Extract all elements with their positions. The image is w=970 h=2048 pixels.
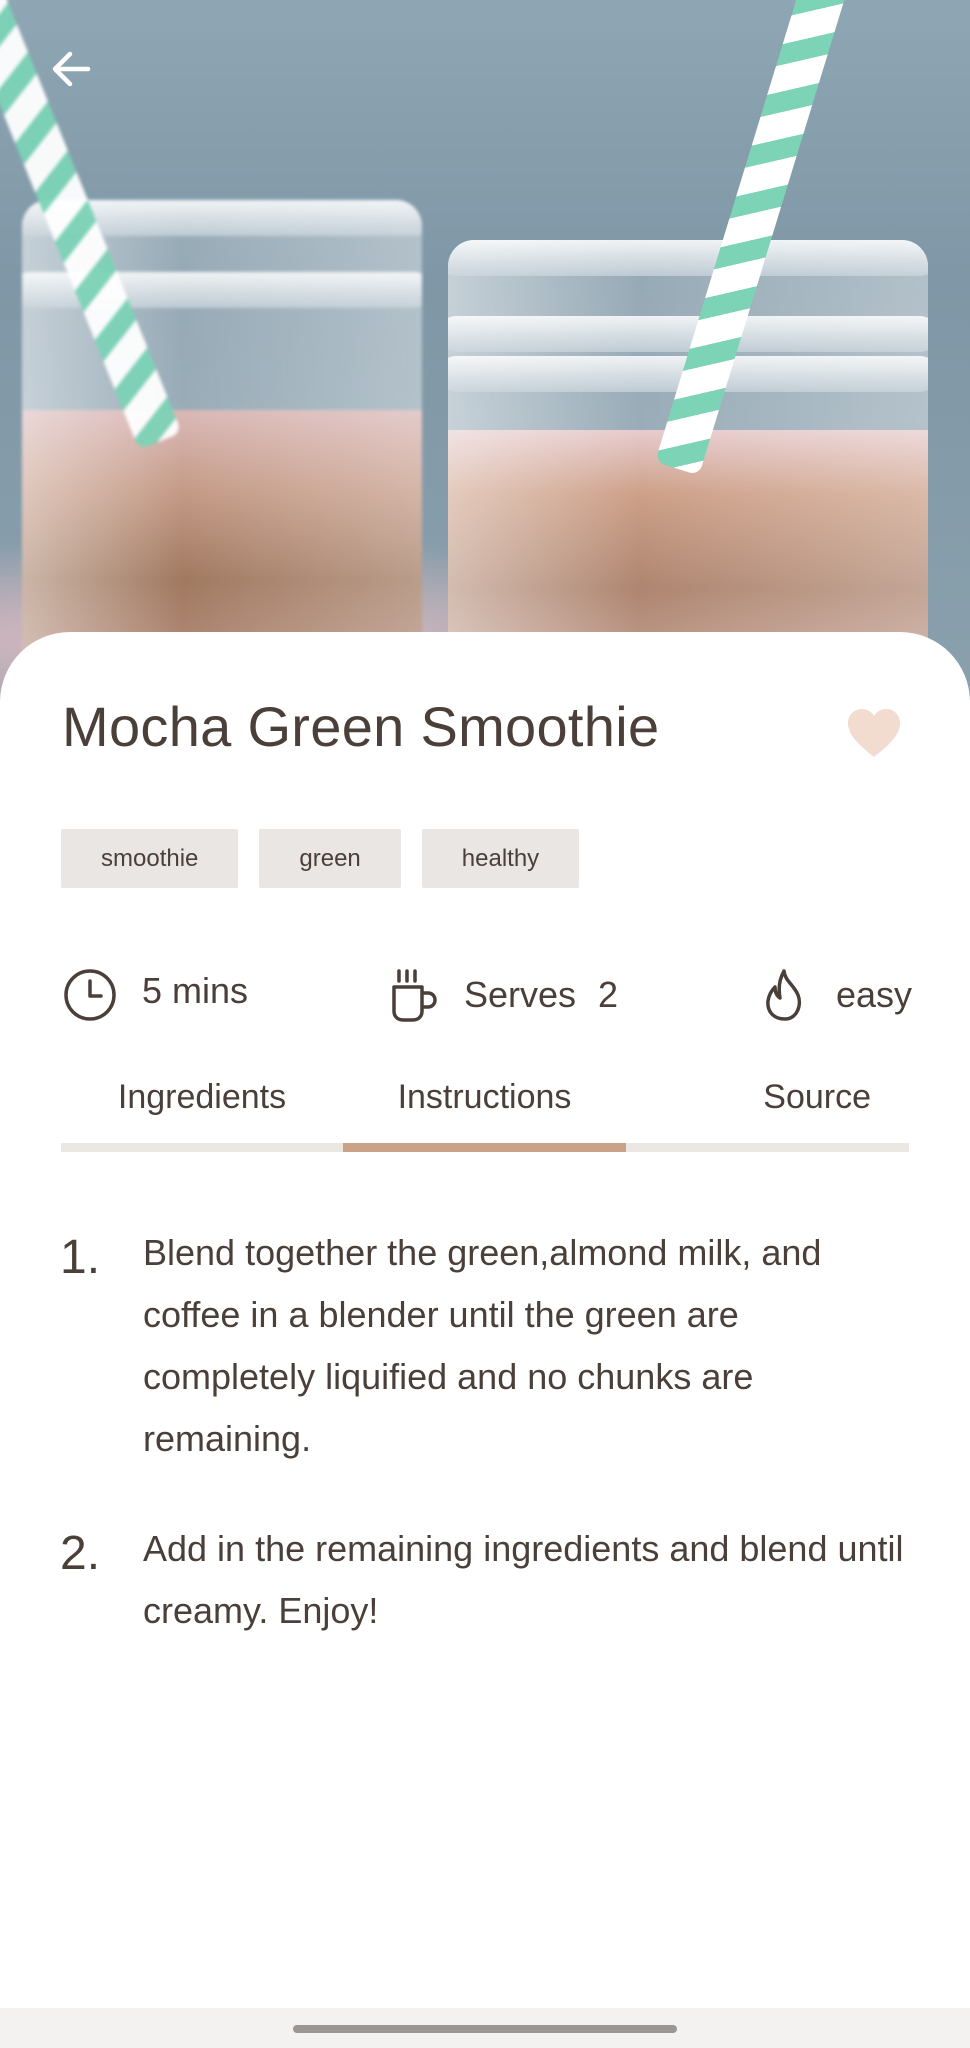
step-number: 2. [60,1527,101,1580]
step-number: 1. [60,1231,101,1284]
step-text: Blend together the green,almond milk, an… [143,1232,822,1459]
tab-source[interactable]: Source [626,1052,909,1142]
tag-chip[interactable]: green [259,829,401,888]
cup-icon [390,967,440,1023]
difficulty-value: easy [836,974,913,1015]
prep-time-value: 5 mins [142,970,249,1011]
tab-instructions[interactable]: Instructions [343,1052,626,1142]
arrow-left-icon [52,51,91,87]
tag-chip[interactable]: healthy [421,829,580,888]
recipe-tabs: Ingredients Instructions Source [61,1052,909,1154]
servings-label: Serves [464,974,577,1015]
instruction-step: 1. Blend together the green,almond milk,… [60,1222,910,1470]
tag-chip[interactable]: smoothie [61,829,239,888]
favorite-button[interactable] [846,708,910,764]
instruction-step: 2. Add in the remaining ingredients and … [60,1518,910,1642]
home-gesture-handle[interactable] [293,2025,677,2033]
flame-icon [760,967,810,1023]
heart-icon [848,709,900,757]
recipe-detail-card: Mocha Green Smoothie smoothie green heal… [0,632,970,2048]
clock-icon [62,967,118,1023]
recipe-title: Mocha Green Smoothie [62,695,660,758]
prep-time: 5 mins [62,967,248,1023]
difficulty: easy [760,967,912,1023]
back-button[interactable] [40,38,102,100]
tag-list: smoothie green healthy [61,829,580,888]
servings: Serves 2 [390,967,618,1023]
tab-ingredients[interactable]: Ingredients [61,1052,343,1142]
instruction-list: 1. Blend together the green,almond milk,… [60,1222,910,1690]
step-text: Add in the remaining ingredients and ble… [143,1528,904,1631]
recipe-hero-image [0,0,970,700]
servings-count: 2 [598,974,619,1015]
tab-active-indicator [343,1143,626,1152]
